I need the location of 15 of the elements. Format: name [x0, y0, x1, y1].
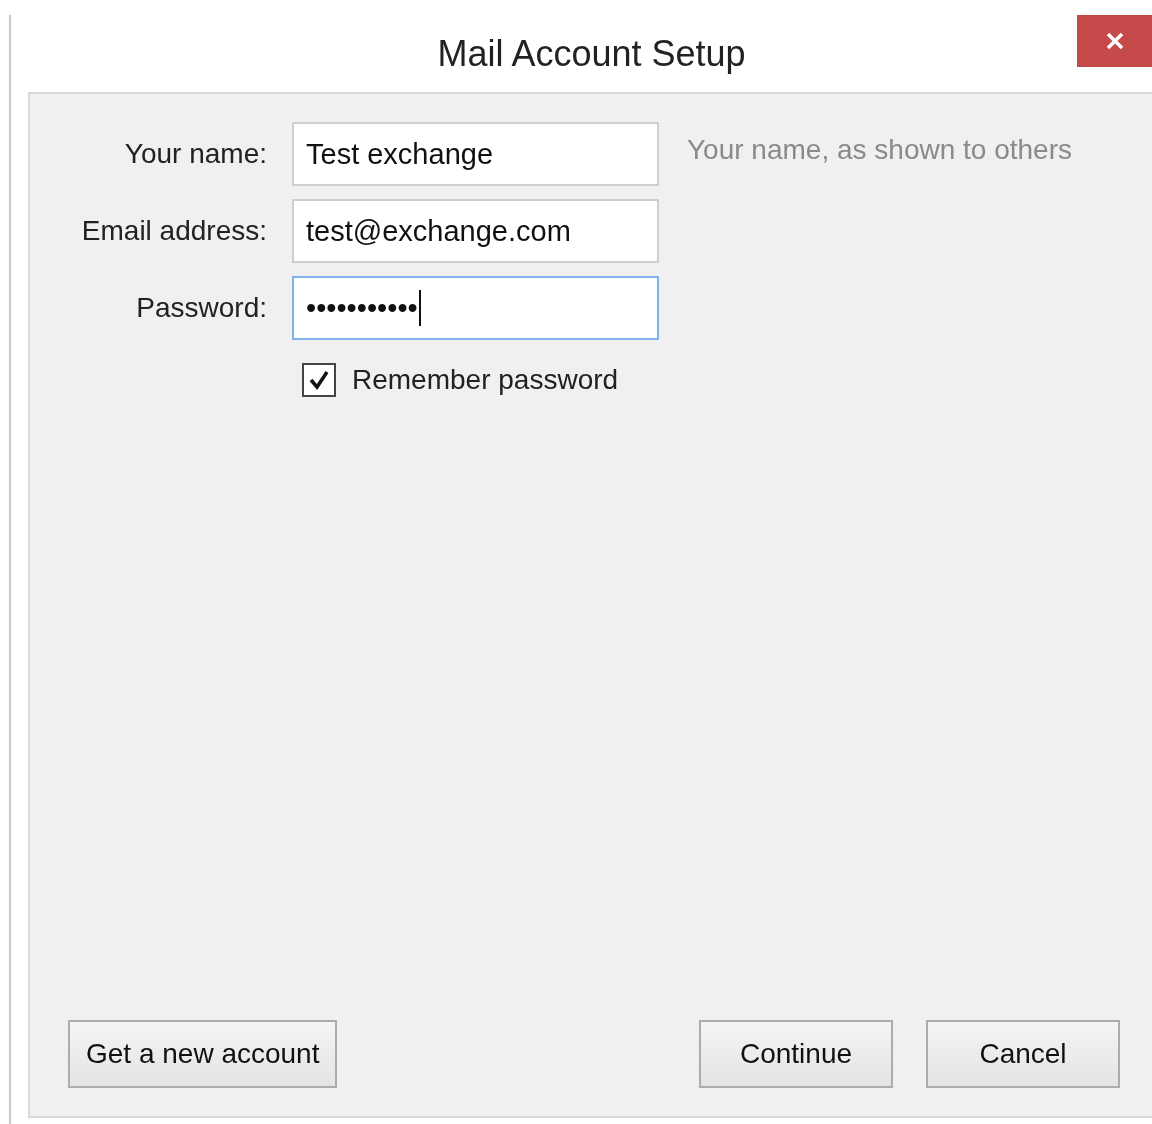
field-label: Your name: [123, 138, 267, 170]
close-icon [1104, 31, 1125, 51]
input-field[interactable]: test@exchange.com [292, 199, 659, 263]
close-button[interactable] [1077, 15, 1152, 67]
field-label: Password: [135, 292, 267, 324]
window-title: Mail Account Setup [437, 32, 746, 75]
checkbox[interactable] [302, 363, 336, 397]
input-field[interactable]: Test exchange [292, 122, 659, 186]
field-hint: Your name, as shown to others [687, 133, 1073, 166]
input-field[interactable]: ••••••••••• [292, 276, 659, 340]
checkbox-label: Remember password [352, 364, 619, 396]
continue-button[interactable]: Continue [699, 1020, 893, 1088]
field-label: Email address: [80, 215, 267, 247]
new-account-button[interactable]: Get a new account [68, 1020, 338, 1088]
cancel-button[interactable]: Cancel [926, 1020, 1120, 1088]
